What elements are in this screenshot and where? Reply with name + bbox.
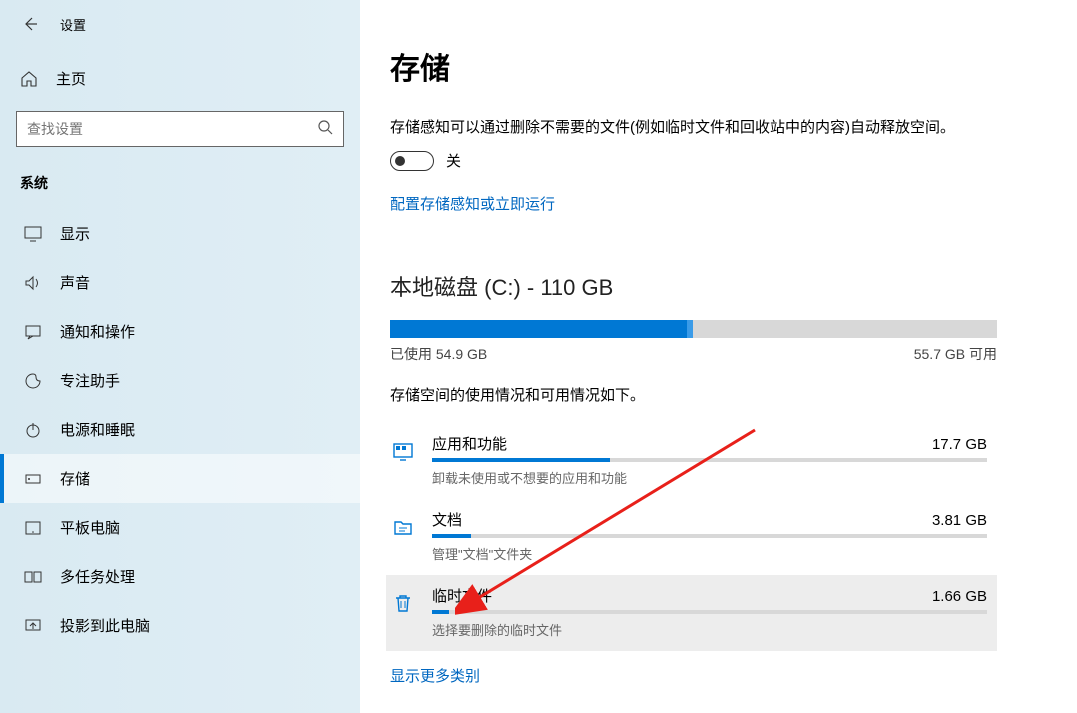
cat-title: 文档 (432, 509, 462, 530)
display-icon (24, 226, 42, 242)
search-icon (317, 119, 333, 140)
home-icon (20, 70, 38, 88)
usage-desc: 存储空间的使用情况和可用情况如下。 (390, 384, 997, 405)
storage-icon (24, 471, 42, 487)
sidebar-item-storage[interactable]: 存储 (0, 454, 360, 503)
usage-fill-primary (390, 320, 687, 338)
trash-icon (390, 585, 416, 621)
usage-fill-secondary (687, 320, 693, 338)
cat-hint: 管理"文档"文件夹 (432, 544, 987, 563)
storage-sense-desc: 存储感知可以通过删除不需要的文件(例如临时文件和回收站中的内容)自动释放空间。 (390, 116, 997, 140)
sidebar-item-power[interactable]: 电源和睡眠 (0, 405, 360, 454)
disk-usage-bar (390, 320, 997, 338)
cat-hint: 选择要删除的临时文件 (432, 620, 987, 639)
cat-bar (432, 458, 987, 462)
sidebar-item-label: 多任务处理 (60, 566, 135, 587)
cat-size: 17.7 GB (932, 436, 987, 453)
sidebar-item-focus[interactable]: 专注助手 (0, 356, 360, 405)
sidebar-item-notifications[interactable]: 通知和操作 (0, 307, 360, 356)
category-apps[interactable]: 应用和功能 17.7 GB 卸载未使用或不想要的应用和功能 (390, 423, 997, 499)
show-more-link[interactable]: 显示更多类别 (390, 665, 480, 686)
toggle-label: 关 (446, 150, 461, 171)
used-label: 已使用 54.9 GB (390, 344, 487, 364)
focus-icon (24, 372, 42, 390)
tablet-icon (24, 520, 42, 536)
disk-title: 本地磁盘 (C:) - 110 GB (390, 270, 997, 302)
cat-bar (432, 610, 987, 614)
sidebar-item-sound[interactable]: 声音 (0, 258, 360, 307)
cat-size: 3.81 GB (932, 512, 987, 529)
back-button[interactable] (20, 14, 40, 34)
sidebar-item-label: 显示 (60, 223, 90, 244)
sidebar-item-label: 通知和操作 (60, 321, 135, 342)
home-nav[interactable]: 主页 (0, 54, 360, 103)
cat-bar (432, 534, 987, 538)
multitask-icon (24, 569, 42, 585)
sidebar-item-label: 存储 (60, 468, 90, 489)
main-content: 存储 存储感知可以通过删除不需要的文件(例如临时文件和回收站中的内容)自动释放空… (360, 0, 1077, 713)
sidebar-item-label: 专注助手 (60, 370, 120, 391)
apps-icon (390, 433, 416, 469)
page-title: 存储 (390, 44, 997, 88)
toggle-knob (395, 156, 405, 166)
notify-icon (24, 324, 42, 340)
project-icon (24, 618, 42, 634)
search-box[interactable] (16, 111, 344, 147)
sidebar-item-label: 声音 (60, 272, 90, 293)
sidebar-item-label: 投影到此电脑 (60, 615, 150, 636)
cat-size: 1.66 GB (932, 588, 987, 605)
sidebar-item-label: 电源和睡眠 (60, 419, 135, 440)
cat-hint: 卸载未使用或不想要的应用和功能 (432, 468, 987, 487)
sidebar-item-project[interactable]: 投影到此电脑 (0, 601, 360, 650)
sidebar-item-tablet[interactable]: 平板电脑 (0, 503, 360, 552)
search-input[interactable] (27, 121, 333, 137)
category-docs[interactable]: 文档 3.81 GB 管理"文档"文件夹 (390, 499, 997, 575)
cat-title: 应用和功能 (432, 433, 507, 454)
sound-icon (24, 275, 42, 291)
cat-title: 临时文件 (432, 585, 492, 606)
category-temp[interactable]: 临时文件 1.66 GB 选择要删除的临时文件 (386, 575, 997, 651)
settings-label: 设置 (60, 15, 86, 34)
docs-icon (390, 509, 416, 545)
free-label: 55.7 GB 可用 (914, 344, 997, 364)
power-icon (24, 421, 42, 439)
configure-link[interactable]: 配置存储感知或立即运行 (390, 193, 555, 214)
home-label: 主页 (56, 68, 86, 89)
storage-sense-toggle[interactable] (390, 151, 434, 171)
sidebar: 设置 主页 系统 显示 声音 通知和操作 专注助手 电源和睡眠 (0, 0, 360, 713)
sidebar-item-label: 平板电脑 (60, 517, 120, 538)
sidebar-item-multitask[interactable]: 多任务处理 (0, 552, 360, 601)
section-header: 系统 (0, 165, 360, 209)
sidebar-item-display[interactable]: 显示 (0, 209, 360, 258)
